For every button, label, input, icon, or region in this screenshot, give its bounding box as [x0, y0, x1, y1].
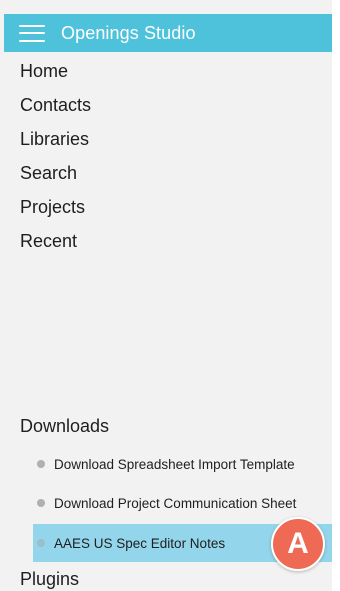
nav-item-contacts[interactable]: Contacts: [20, 92, 91, 126]
hamburger-line: [19, 32, 45, 34]
hamburger-menu-icon[interactable]: [19, 24, 45, 42]
nav-item-search[interactable]: Search: [20, 160, 91, 194]
bullet-icon: [37, 460, 45, 468]
app-header: Openings Studio: [4, 14, 332, 52]
plugins-section-title[interactable]: Plugins: [20, 569, 79, 590]
nav-item-recent[interactable]: Recent: [20, 228, 91, 262]
download-communication-sheet-item[interactable]: Download Project Communication Sheet: [33, 484, 332, 522]
hamburger-line: [19, 24, 45, 27]
annotation-badge: A: [271, 517, 325, 571]
app-title: Openings Studio: [61, 22, 196, 43]
main-nav: Home Contacts Libraries Search Projects …: [20, 58, 91, 262]
download-item-label: Download Spreadsheet Import Template: [54, 456, 295, 472]
download-spreadsheet-template-item[interactable]: Download Spreadsheet Import Template: [33, 445, 332, 483]
nav-item-libraries[interactable]: Libraries: [20, 126, 91, 160]
nav-item-projects[interactable]: Projects: [20, 194, 91, 228]
bullet-icon: [37, 499, 45, 507]
download-item-label: Download Project Communication Sheet: [54, 495, 297, 511]
bullet-icon: [37, 539, 45, 547]
download-item-label: AAES US Spec Editor Notes: [54, 535, 226, 551]
hamburger-line: [19, 39, 45, 42]
side-menu-panel: Openings Studio Home Contacts Libraries …: [0, 0, 332, 591]
downloads-section-title[interactable]: Downloads: [20, 416, 109, 437]
nav-item-home[interactable]: Home: [20, 58, 91, 92]
